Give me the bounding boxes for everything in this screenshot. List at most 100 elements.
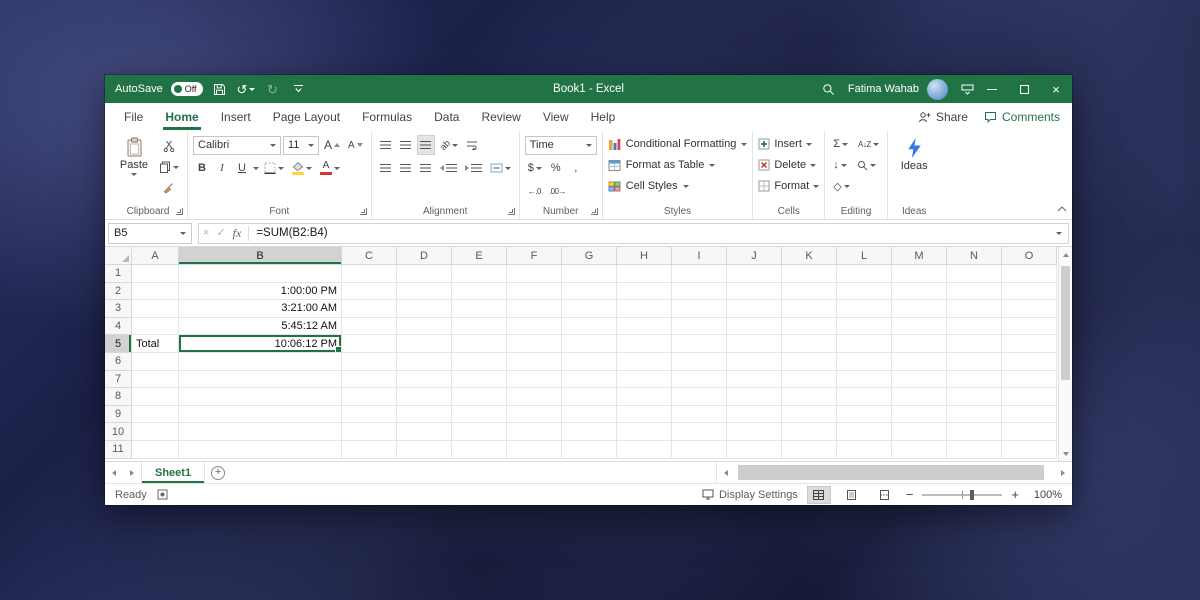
cell-G8[interactable]	[562, 388, 617, 406]
row-header-3[interactable]: 3	[105, 300, 132, 318]
formula-bar-expand-icon[interactable]	[1056, 232, 1062, 235]
cell-H7[interactable]	[617, 371, 672, 389]
vertical-scroll-track[interactable]	[1059, 262, 1072, 446]
cell-L2[interactable]	[837, 283, 892, 301]
column-header-D[interactable]: D	[397, 247, 452, 265]
cell-D2[interactable]	[397, 283, 452, 301]
cell-O1[interactable]	[1002, 265, 1057, 283]
new-sheet-button[interactable]: +	[205, 462, 231, 483]
conditional-formatting-button[interactable]: Conditional Formatting	[608, 134, 748, 154]
cell-E11[interactable]	[452, 441, 507, 459]
cell-B2[interactable]: 1:00:00 PM	[179, 283, 342, 301]
cell-N4[interactable]	[947, 318, 1002, 336]
close-button[interactable]: ×	[1040, 75, 1072, 103]
accounting-format-button[interactable]: $	[525, 158, 545, 178]
cell-H3[interactable]	[617, 300, 672, 318]
cell-A10[interactable]	[132, 423, 179, 441]
cell-D6[interactable]	[397, 353, 452, 371]
cell-C5[interactable]	[342, 335, 397, 353]
display-settings-button[interactable]: Display Settings	[702, 489, 798, 501]
sort-filter-button[interactable]: A↓Z	[855, 134, 882, 154]
fill-color-button[interactable]	[289, 158, 315, 178]
vertical-scrollbar[interactable]	[1058, 247, 1072, 461]
share-button[interactable]: Share	[918, 110, 968, 124]
number-dialog-launcher[interactable]	[591, 208, 598, 215]
collapse-ribbon-button[interactable]	[1057, 201, 1067, 215]
cell-O3[interactable]	[1002, 300, 1057, 318]
cell-K8[interactable]	[782, 388, 837, 406]
column-header-J[interactable]: J	[727, 247, 782, 265]
cell-H9[interactable]	[617, 406, 672, 424]
row-header-2[interactable]: 2	[105, 283, 132, 301]
align-left-button[interactable]	[377, 158, 395, 178]
cell-L11[interactable]	[837, 441, 892, 459]
cell-G5[interactable]	[562, 335, 617, 353]
cell-J1[interactable]	[727, 265, 782, 283]
cell-N7[interactable]	[947, 371, 1002, 389]
cell-I3[interactable]	[672, 300, 727, 318]
vertical-scroll-thumb[interactable]	[1061, 266, 1070, 380]
cell-M3[interactable]	[892, 300, 947, 318]
cell-F2[interactable]	[507, 283, 562, 301]
cell-N6[interactable]	[947, 353, 1002, 371]
cell-E6[interactable]	[452, 353, 507, 371]
cell-N1[interactable]	[947, 265, 1002, 283]
cell-C11[interactable]	[342, 441, 397, 459]
cell-K1[interactable]	[782, 265, 837, 283]
save-button[interactable]	[211, 75, 229, 103]
cell-L8[interactable]	[837, 388, 892, 406]
cell-E2[interactable]	[452, 283, 507, 301]
cell-B9[interactable]	[179, 406, 342, 424]
cell-A1[interactable]	[132, 265, 179, 283]
insert-cells-button[interactable]: Insert	[758, 134, 812, 154]
cell-M11[interactable]	[892, 441, 947, 459]
cell-D1[interactable]	[397, 265, 452, 283]
column-header-H[interactable]: H	[617, 247, 672, 265]
record-macro-button[interactable]	[157, 489, 168, 500]
row-header-1[interactable]: 1	[105, 265, 132, 283]
decrease-indent-button[interactable]	[437, 158, 460, 178]
cell-B3[interactable]: 3:21:00 AM	[179, 300, 342, 318]
view-page-break-button[interactable]	[873, 486, 897, 504]
column-header-C[interactable]: C	[342, 247, 397, 265]
tab-home[interactable]: Home	[154, 103, 209, 130]
cell-D11[interactable]	[397, 441, 452, 459]
user-name[interactable]: Fatima Wahab	[848, 83, 919, 95]
merge-center-button[interactable]	[487, 158, 514, 178]
cell-B1[interactable]	[179, 265, 342, 283]
increase-decimal-button[interactable]: ←.0	[525, 181, 544, 201]
cell-A8[interactable]	[132, 388, 179, 406]
tab-data[interactable]: Data	[423, 103, 470, 130]
cell-K9[interactable]	[782, 406, 837, 424]
column-header-B[interactable]: B	[179, 247, 342, 265]
cell-K4[interactable]	[782, 318, 837, 336]
column-header-E[interactable]: E	[452, 247, 507, 265]
cell-B6[interactable]	[179, 353, 342, 371]
column-header-K[interactable]: K	[782, 247, 837, 265]
decrease-decimal-button[interactable]: .00→	[546, 181, 569, 201]
font-color-button[interactable]: A	[317, 158, 343, 178]
cell-F10[interactable]	[507, 423, 562, 441]
row-header-10[interactable]: 10	[105, 423, 132, 441]
cell-E1[interactable]	[452, 265, 507, 283]
cell-A6[interactable]	[132, 353, 179, 371]
row-header-11[interactable]: 11	[105, 441, 132, 459]
zoom-out-button[interactable]: −	[906, 488, 914, 501]
row-header-4[interactable]: 4	[105, 318, 132, 336]
format-as-table-button[interactable]: Format as Table	[608, 155, 716, 175]
cell-L6[interactable]	[837, 353, 892, 371]
find-select-button[interactable]	[854, 155, 879, 175]
cell-M4[interactable]	[892, 318, 947, 336]
cell-J3[interactable]	[727, 300, 782, 318]
cell-F9[interactable]	[507, 406, 562, 424]
cell-J2[interactable]	[727, 283, 782, 301]
cell-B5[interactable]: 10:06:12 PM	[179, 335, 342, 353]
cell-N9[interactable]	[947, 406, 1002, 424]
scroll-right-icon[interactable]	[1056, 462, 1070, 483]
cell-A11[interactable]	[132, 441, 179, 459]
cell-M1[interactable]	[892, 265, 947, 283]
percent-style-button[interactable]: %	[547, 158, 565, 178]
cell-I4[interactable]	[672, 318, 727, 336]
cell-D8[interactable]	[397, 388, 452, 406]
format-cells-button[interactable]: Format	[758, 176, 819, 196]
